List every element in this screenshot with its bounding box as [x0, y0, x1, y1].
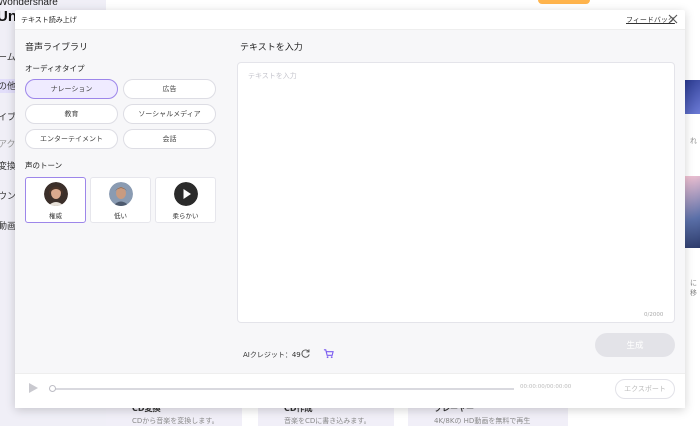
ai-credit-text: AIクレジット：49: [243, 351, 301, 359]
bg-thumbnail: [685, 176, 700, 248]
text-input-title: テキストを入力: [240, 43, 303, 53]
voice-library-panel: 音声ライブラリ オーディオタイプ ナレーション 広告 教育 ソーシャルメディア …: [15, 30, 225, 373]
tone-name: 権威: [49, 212, 62, 220]
bg-upgrade-pill: [538, 0, 590, 4]
play-icon[interactable]: [26, 381, 40, 395]
char-count: 0/2000: [644, 312, 664, 318]
generate-button[interactable]: 生成: [595, 333, 675, 357]
audio-player-bar: 00:00:00/00:00:00 エクスポート: [15, 373, 685, 408]
text-input-panel: テキストを入力 0/2000 AIクレジット：49 生成: [225, 30, 685, 373]
refresh-icon[interactable]: [300, 348, 311, 359]
woman-avatar: [44, 182, 68, 206]
man-avatar: [109, 182, 133, 206]
bg-nav-item: ウン: [0, 192, 17, 202]
bg-side-text: れ: [690, 137, 697, 145]
bg-brand: Wondershare: [0, 0, 58, 8]
bg-card-desc: 4K/8Kの HD動画を無料で再生: [434, 417, 531, 425]
bg-thumbnail: [685, 80, 700, 114]
bg-nav-item: 変換: [0, 162, 17, 172]
tone-name: 低い: [114, 212, 127, 220]
bg-nav-item: アク: [0, 140, 16, 150]
export-button[interactable]: エクスポート: [615, 379, 675, 399]
tone-card-authority[interactable]: 権威: [25, 177, 86, 223]
progress-knob[interactable]: [49, 385, 56, 392]
play-icon: [174, 182, 198, 206]
audio-type-social[interactable]: ソーシャルメディア: [123, 104, 216, 124]
dialog-title: テキスト読み上げ: [21, 16, 77, 24]
audio-type-education[interactable]: 教育: [25, 104, 118, 124]
close-icon[interactable]: [666, 12, 680, 26]
audio-type-ad[interactable]: 広告: [123, 79, 216, 99]
dialog-header: テキスト読み上げ フィードバック: [15, 10, 685, 30]
tts-dialog: テキスト読み上げ フィードバック 音声ライブラリ オーディオタイプ ナレーション…: [15, 10, 685, 408]
bg-card-desc: 音楽をCDに書き込みます。: [284, 417, 371, 425]
tone-card-soft[interactable]: 柔らかい: [155, 177, 216, 223]
voice-tone-label: 声のトーン: [25, 161, 63, 170]
bg-nav-item: イブ: [0, 113, 17, 123]
bg-card-desc: CDから音楽を変換します。: [132, 417, 219, 425]
audio-type-narration[interactable]: ナレーション: [25, 79, 118, 99]
tone-card-low[interactable]: 低い: [90, 177, 151, 223]
bg-nav-item: 動画: [0, 222, 17, 232]
audio-type-label: オーディオタイプ: [25, 64, 85, 73]
voice-library-title: 音声ライブラリ: [25, 43, 89, 53]
tts-text-input[interactable]: [237, 62, 675, 323]
progress-track[interactable]: [51, 388, 514, 390]
audio-type-conversation[interactable]: 会話: [123, 129, 216, 149]
bg-nav-item: ーム: [0, 53, 16, 63]
time-display: 00:00:00/00:00:00: [520, 384, 572, 390]
tone-name: 柔らかい: [172, 212, 199, 220]
bg-side-text: に移: [690, 279, 697, 297]
audio-type-entertainment[interactable]: エンターテイメント: [25, 129, 118, 149]
cart-icon[interactable]: [323, 348, 334, 359]
